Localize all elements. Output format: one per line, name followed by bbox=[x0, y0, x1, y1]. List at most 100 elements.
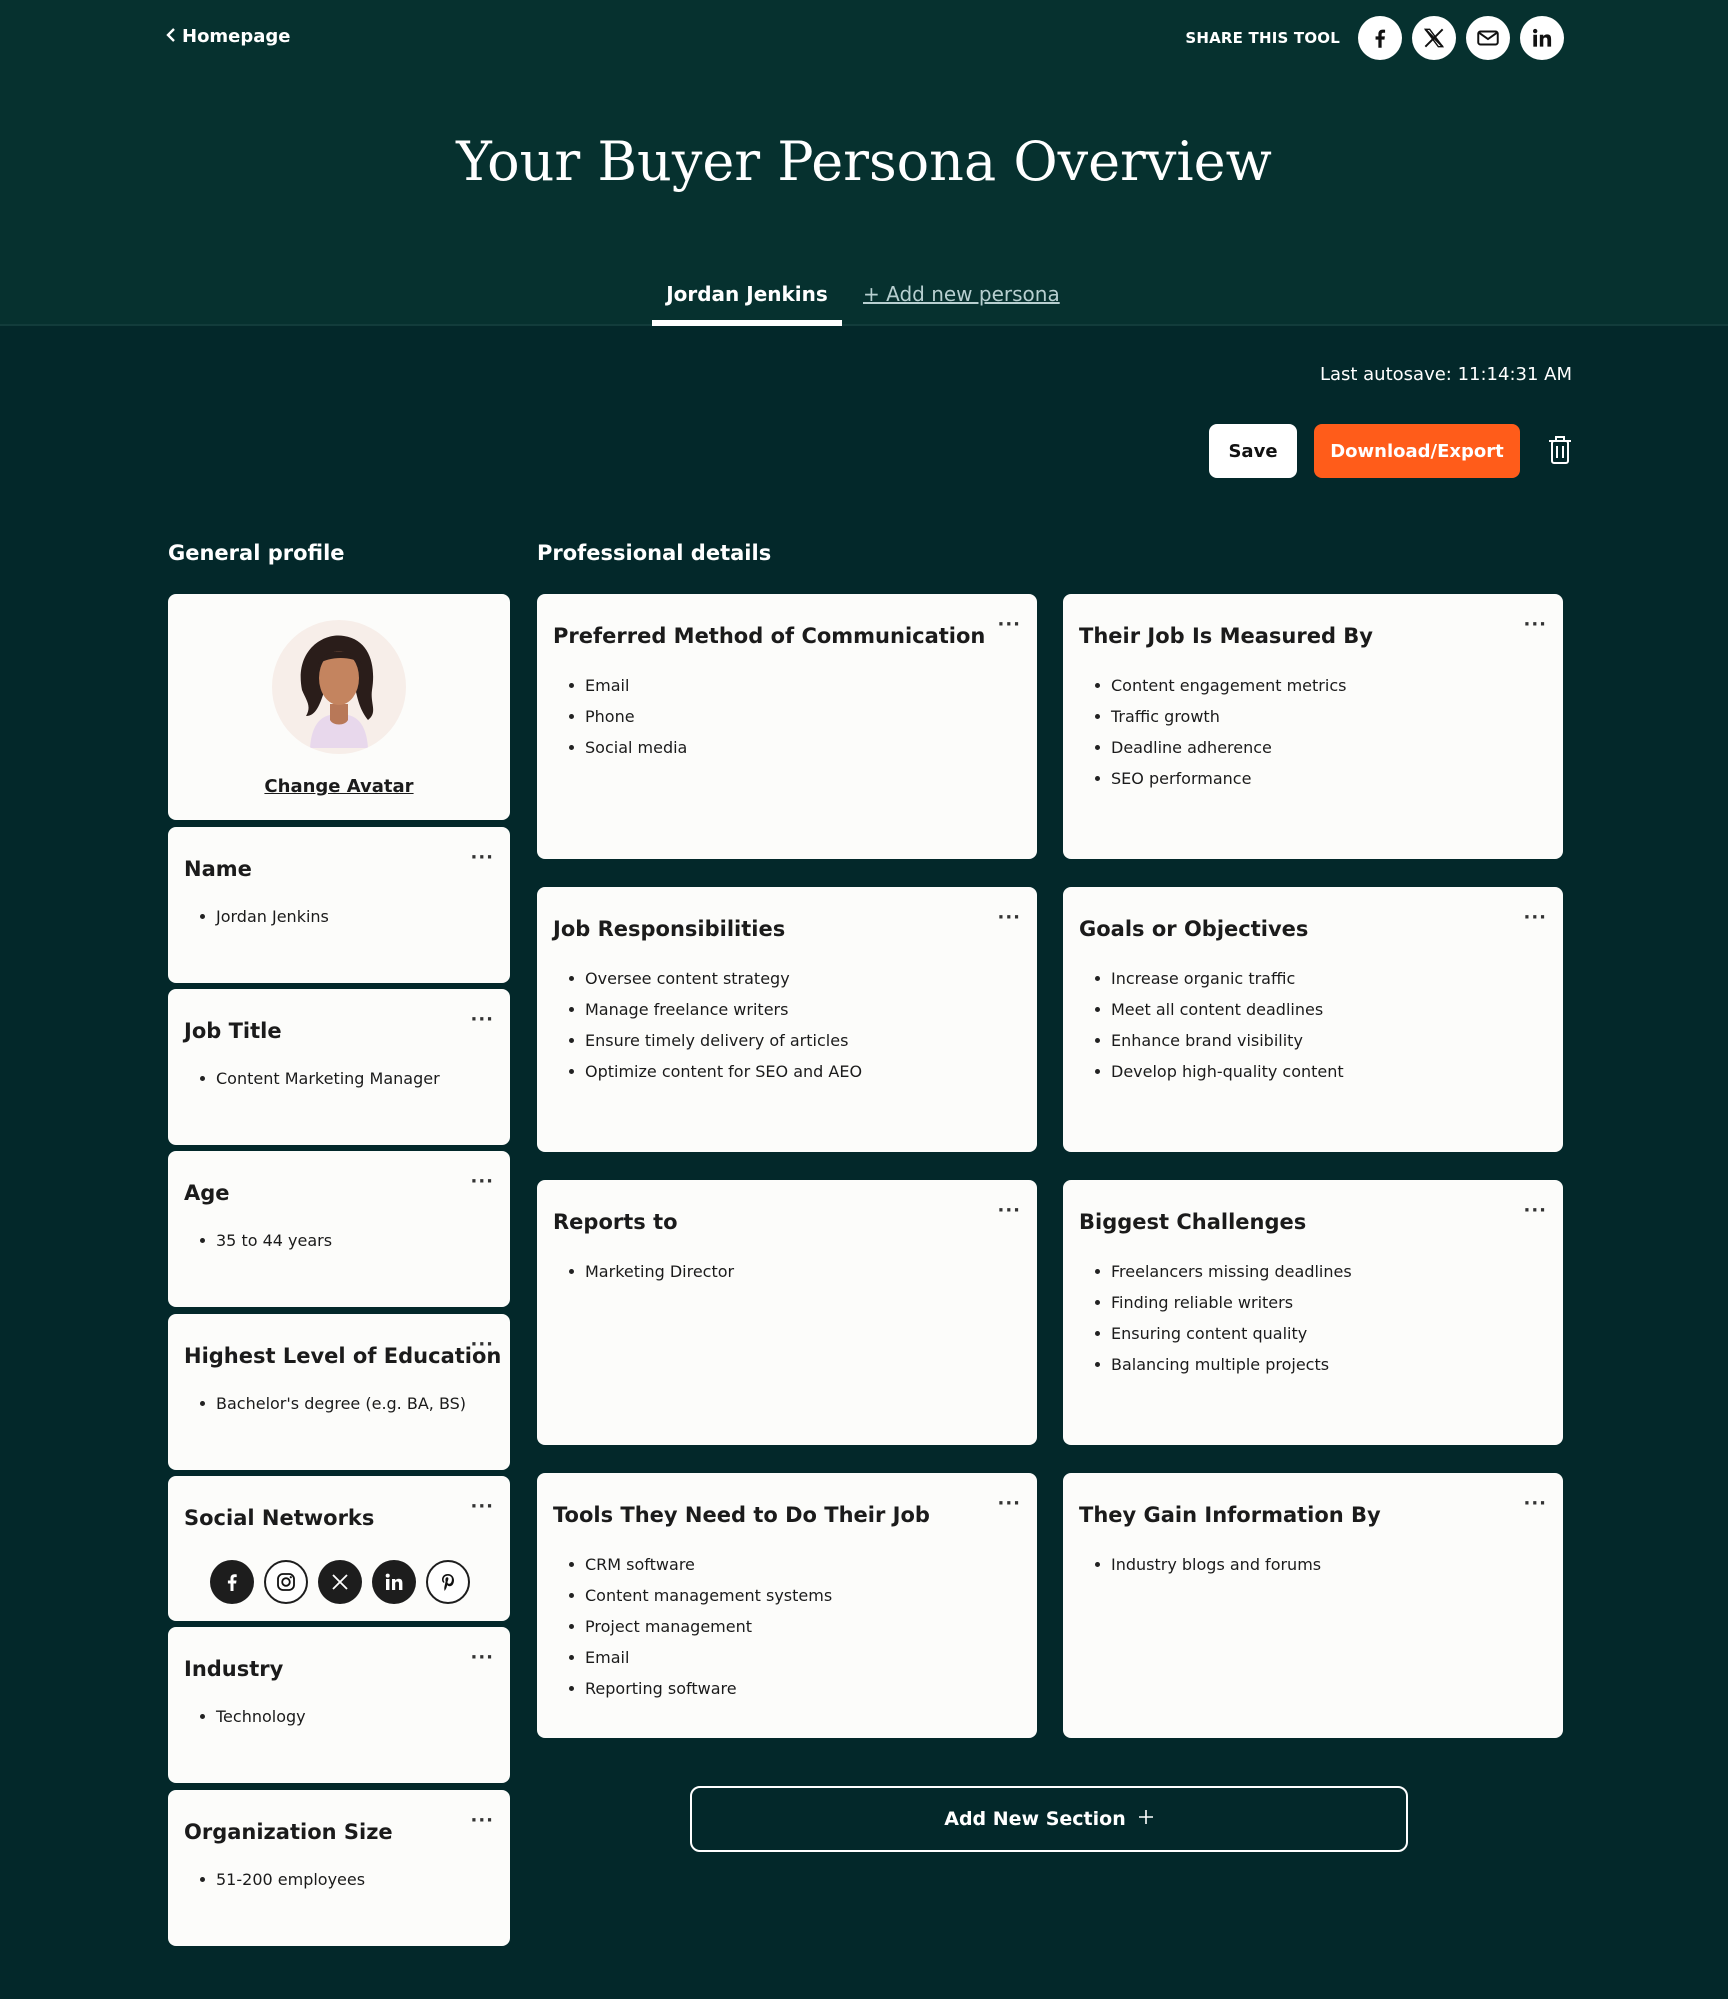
education-card: Highest Level of Education ··· Bachelor'… bbox=[168, 1314, 510, 1470]
communication-card: Preferred Method of Communication ··· Em… bbox=[537, 594, 1037, 859]
card-title: Job Responsibilities bbox=[553, 917, 786, 941]
list-item: Meet all content deadlines bbox=[1095, 994, 1344, 1025]
list-item: Increase organic traffic bbox=[1095, 963, 1344, 994]
add-section-label: Add New Section bbox=[944, 1808, 1126, 1830]
x-toggle[interactable] bbox=[318, 1560, 362, 1604]
card-menu-button[interactable]: ··· bbox=[997, 907, 1021, 928]
card-menu-button[interactable]: ··· bbox=[470, 1647, 494, 1668]
list-item: Enhance brand visibility bbox=[1095, 1025, 1344, 1056]
card-title: Industry bbox=[184, 1657, 284, 1681]
goals-card: Goals or Objectives ··· Increase organic… bbox=[1063, 887, 1563, 1152]
tab-jordan-jenkins[interactable]: Jordan Jenkins bbox=[652, 282, 842, 326]
homepage-link[interactable]: Homepage bbox=[166, 26, 291, 47]
list-item: CRM software bbox=[569, 1549, 832, 1580]
list-item: Oversee content strategy bbox=[569, 963, 862, 994]
pinterest-toggle[interactable] bbox=[426, 1560, 470, 1604]
card-list: Marketing Director bbox=[553, 1256, 734, 1287]
add-new-section-button[interactable]: Add New Section bbox=[690, 1786, 1408, 1852]
instagram-icon bbox=[277, 1573, 295, 1591]
card-menu-button[interactable]: ··· bbox=[470, 847, 494, 868]
social-networks-card: Social Networks ··· bbox=[168, 1476, 510, 1621]
list-item: Manage freelance writers bbox=[569, 994, 862, 1025]
list-item: Deadline adherence bbox=[1095, 732, 1346, 763]
card-menu-button[interactable]: ··· bbox=[1523, 1200, 1547, 1221]
persona-tabs: Jordan Jenkins + Add new persona bbox=[652, 282, 1081, 326]
share-linkedin-button[interactable] bbox=[1520, 16, 1564, 60]
card-title: Preferred Method of Communication bbox=[553, 624, 986, 648]
x-icon bbox=[1423, 28, 1445, 48]
add-persona-link[interactable]: + Add new persona bbox=[842, 282, 1081, 326]
list-item: Reporting software bbox=[569, 1673, 832, 1704]
list-item: Technology bbox=[200, 1701, 306, 1732]
general-profile-heading: General profile bbox=[168, 541, 345, 565]
list-item: Freelancers missing deadlines bbox=[1095, 1256, 1352, 1287]
card-title: Reports to bbox=[553, 1210, 678, 1234]
card-menu-button[interactable]: ··· bbox=[470, 1171, 494, 1192]
share-facebook-button[interactable] bbox=[1358, 16, 1402, 60]
card-menu-button[interactable]: ··· bbox=[997, 614, 1021, 635]
job-title-card: Job Title ··· Content Marketing Manager bbox=[168, 989, 510, 1145]
list-item: Industry blogs and forums bbox=[1095, 1549, 1321, 1580]
card-list: Freelancers missing deadlines Finding re… bbox=[1079, 1256, 1352, 1380]
delete-persona-button[interactable] bbox=[1547, 434, 1573, 466]
linkedin-toggle[interactable] bbox=[372, 1560, 416, 1604]
card-list: Industry blogs and forums bbox=[1079, 1549, 1321, 1580]
professional-details-heading: Professional details bbox=[537, 541, 772, 565]
card-list: Email Phone Social media bbox=[553, 670, 687, 763]
homepage-label: Homepage bbox=[182, 26, 291, 47]
list-item: Jordan Jenkins bbox=[200, 901, 329, 932]
list-item: Phone bbox=[569, 701, 687, 732]
list-item: Content management systems bbox=[569, 1580, 832, 1611]
card-list: Increase organic traffic Meet all conten… bbox=[1079, 963, 1344, 1087]
card-menu-button[interactable]: ··· bbox=[997, 1493, 1021, 1514]
list-item: Email bbox=[569, 1642, 832, 1673]
save-button[interactable]: Save bbox=[1209, 424, 1297, 478]
reports-to-card: Reports to ··· Marketing Director bbox=[537, 1180, 1037, 1445]
card-menu-button[interactable]: ··· bbox=[1523, 614, 1547, 635]
card-menu-button[interactable]: ··· bbox=[470, 1334, 494, 1355]
card-menu-button[interactable]: ··· bbox=[1523, 1493, 1547, 1514]
card-list: CRM software Content management systems … bbox=[553, 1549, 832, 1704]
list-item: 51-200 employees bbox=[200, 1864, 365, 1895]
list-item: Optimize content for SEO and AEO bbox=[569, 1056, 862, 1087]
change-avatar-link[interactable]: Change Avatar bbox=[168, 776, 510, 797]
list-item: Content engagement metrics bbox=[1095, 670, 1346, 701]
share-email-button[interactable] bbox=[1466, 16, 1510, 60]
card-title: Organization Size bbox=[184, 1820, 393, 1844]
card-menu-button[interactable]: ··· bbox=[470, 1496, 494, 1517]
avatar-card: Change Avatar bbox=[168, 594, 510, 820]
card-list: Content Marketing Manager bbox=[184, 1063, 440, 1094]
card-title: Job Title bbox=[184, 1019, 282, 1043]
mail-icon bbox=[1477, 30, 1499, 46]
download-export-button[interactable]: Download/Export bbox=[1314, 424, 1520, 478]
card-list: Technology bbox=[184, 1701, 306, 1732]
chevron-left-icon bbox=[166, 26, 176, 47]
card-menu-button[interactable]: ··· bbox=[1523, 907, 1547, 928]
list-item: Social media bbox=[569, 732, 687, 763]
organization-size-card: Organization Size ··· 51-200 employees bbox=[168, 1790, 510, 1946]
list-item: Email bbox=[569, 670, 687, 701]
page-header: Homepage SHARE THIS TOOL Your Buyer Pers… bbox=[0, 0, 1728, 326]
card-menu-button[interactable]: ··· bbox=[470, 1810, 494, 1831]
facebook-toggle[interactable] bbox=[210, 1560, 254, 1604]
linkedin-icon bbox=[1533, 28, 1552, 47]
card-title: Biggest Challenges bbox=[1079, 1210, 1307, 1234]
share-x-button[interactable] bbox=[1412, 16, 1456, 60]
biggest-challenges-card: Biggest Challenges ··· Freelancers missi… bbox=[1063, 1180, 1563, 1445]
card-title: They Gain Information By bbox=[1079, 1503, 1381, 1527]
plus-icon bbox=[1138, 1808, 1154, 1830]
card-title: Goals or Objectives bbox=[1079, 917, 1309, 941]
list-item: 35 to 44 years bbox=[200, 1225, 332, 1256]
list-item: Ensure timely delivery of articles bbox=[569, 1025, 862, 1056]
instagram-toggle[interactable] bbox=[264, 1560, 308, 1604]
x-icon bbox=[332, 1574, 348, 1590]
card-list: 51-200 employees bbox=[184, 1864, 365, 1895]
list-item: Ensuring content quality bbox=[1095, 1318, 1352, 1349]
job-responsibilities-card: Job Responsibilities ··· Oversee content… bbox=[537, 887, 1037, 1152]
card-menu-button[interactable]: ··· bbox=[997, 1200, 1021, 1221]
card-menu-button[interactable]: ··· bbox=[470, 1009, 494, 1030]
share-label: SHARE THIS TOOL bbox=[1185, 29, 1340, 47]
card-title: Their Job Is Measured By bbox=[1079, 624, 1373, 648]
card-title: Age bbox=[184, 1181, 230, 1205]
age-card: Age ··· 35 to 44 years bbox=[168, 1151, 510, 1307]
